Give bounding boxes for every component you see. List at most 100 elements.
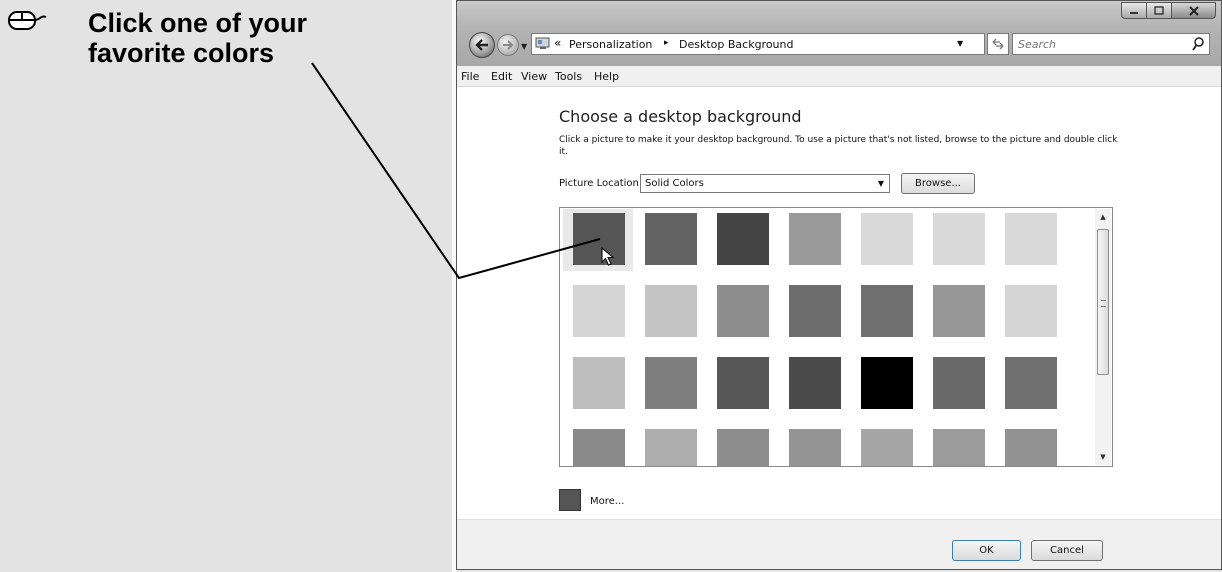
breadcrumb-desktop-background[interactable]: Desktop Background <box>679 38 794 51</box>
maximize-button[interactable] <box>1147 2 1172 19</box>
search-icon <box>1192 37 1204 51</box>
instruction-text: Click one of your favorite colors <box>88 8 418 68</box>
color-swatch[interactable] <box>563 353 633 415</box>
color-swatch[interactable] <box>563 209 633 271</box>
color-swatch-fill <box>645 213 697 265</box>
color-swatch-fill <box>717 285 769 337</box>
menu-edit[interactable]: Edit <box>491 70 512 83</box>
page-title: Choose a desktop background <box>559 107 802 126</box>
more-colors-swatch[interactable] <box>559 489 581 511</box>
color-swatch-fill <box>1005 285 1057 337</box>
breadcrumb-personalization[interactable]: Personalization <box>569 38 652 51</box>
title-bar: ▼ « Personalization ▸ Desktop Background… <box>457 1 1221 66</box>
back-button[interactable] <box>469 32 495 58</box>
color-swatch-fill <box>789 429 841 466</box>
color-swatch[interactable] <box>923 209 993 271</box>
color-swatch-fill <box>933 213 985 265</box>
color-swatch-fill <box>717 357 769 409</box>
color-swatch-fill <box>789 357 841 409</box>
color-swatch[interactable] <box>635 353 705 415</box>
address-dropdown-icon[interactable]: ▼ <box>957 39 963 48</box>
color-swatch[interactable] <box>995 281 1065 343</box>
cancel-button[interactable]: Cancel <box>1031 540 1103 561</box>
scroll-thumb[interactable] <box>1097 229 1109 375</box>
instruction-panel: Click one of your favorite colors <box>0 0 452 572</box>
picture-location-value: Solid Colors <box>645 178 704 189</box>
mouse-click-icon <box>8 11 47 30</box>
page-description: Click a picture to make it your desktop … <box>559 135 1118 157</box>
control-panel-icon <box>535 37 550 49</box>
color-swatch[interactable] <box>707 209 777 271</box>
refresh-button[interactable] <box>987 33 1009 55</box>
color-swatch[interactable] <box>779 209 849 271</box>
picture-location-label: Picture Location <box>559 178 639 189</box>
more-colors-link[interactable]: More... <box>590 496 624 507</box>
menu-help[interactable]: Help <box>594 70 619 83</box>
color-swatch[interactable] <box>923 281 993 343</box>
search-input[interactable] <box>1018 36 1178 52</box>
main-content: Choose a desktop background Click a pict… <box>457 87 1221 519</box>
desktop-background-window: ▼ « Personalization ▸ Desktop Background… <box>456 0 1222 570</box>
picture-location-select[interactable]: Solid Colors ▼ <box>640 174 890 193</box>
scroll-down-icon[interactable]: ▼ <box>1095 449 1111 465</box>
address-bar[interactable]: « Personalization ▸ Desktop Background ▼ <box>531 33 985 55</box>
color-swatch[interactable] <box>995 209 1065 271</box>
color-swatch[interactable] <box>635 209 705 271</box>
color-swatch-fill <box>645 357 697 409</box>
chevron-down-icon: ▼ <box>877 179 884 188</box>
color-swatch-fill <box>933 357 985 409</box>
instruction-line-2: favorite colors <box>88 38 275 68</box>
color-swatch[interactable] <box>995 353 1065 415</box>
menu-bar: File Edit View Tools Help <box>457 66 1221 87</box>
color-swatch[interactable] <box>635 281 705 343</box>
color-swatch[interactable] <box>707 425 777 466</box>
ok-button[interactable]: OK <box>952 540 1021 561</box>
vertical-scrollbar[interactable]: ▲ ▼ <box>1095 209 1111 465</box>
color-swatch[interactable] <box>779 425 849 466</box>
color-swatch[interactable] <box>995 425 1065 466</box>
color-swatch[interactable] <box>635 425 705 466</box>
window-controls <box>1121 2 1216 19</box>
search-box[interactable] <box>1012 33 1210 55</box>
color-swatch[interactable] <box>707 281 777 343</box>
recent-pages-dropdown[interactable]: ▼ <box>521 42 527 51</box>
close-icon <box>1188 5 1199 16</box>
forward-arrow-icon <box>503 40 514 50</box>
color-swatch[interactable] <box>851 425 921 466</box>
color-swatch-fill <box>861 357 913 409</box>
color-swatch[interactable] <box>923 425 993 466</box>
color-swatch-fill <box>933 285 985 337</box>
browse-button[interactable]: Browse... <box>901 173 975 194</box>
color-swatch[interactable] <box>563 281 633 343</box>
color-swatch-fill <box>573 429 625 466</box>
color-swatch[interactable] <box>707 353 777 415</box>
menu-file[interactable]: File <box>461 70 479 83</box>
scroll-up-icon[interactable]: ▲ <box>1095 209 1111 225</box>
color-swatch[interactable] <box>563 425 633 466</box>
color-swatch[interactable] <box>779 353 849 415</box>
mouse-pointer-icon <box>601 247 615 266</box>
address-overflow-chevron[interactable]: « <box>554 36 561 50</box>
forward-button[interactable] <box>497 34 519 56</box>
minimize-button[interactable] <box>1121 2 1147 19</box>
close-button[interactable] <box>1172 2 1216 19</box>
color-swatch[interactable] <box>851 281 921 343</box>
maximize-icon <box>1154 6 1164 15</box>
color-swatch[interactable] <box>851 209 921 271</box>
color-swatch[interactable] <box>923 353 993 415</box>
color-swatch-fill <box>573 285 625 337</box>
color-swatch-fill <box>717 429 769 466</box>
color-swatch[interactable] <box>779 281 849 343</box>
color-swatch-list: ▲ ▼ <box>559 207 1113 467</box>
breadcrumb-separator-icon[interactable]: ▸ <box>664 38 669 48</box>
color-swatch-fill <box>861 285 913 337</box>
refresh-icon <box>992 38 1004 50</box>
color-swatch[interactable] <box>851 353 921 415</box>
color-swatch-fill <box>1005 213 1057 265</box>
menu-view[interactable]: View <box>521 70 547 83</box>
menu-tools[interactable]: Tools <box>555 70 582 83</box>
back-arrow-icon <box>475 39 488 51</box>
minimize-icon <box>1130 11 1138 14</box>
dialog-footer: OK Cancel <box>457 519 1221 569</box>
color-swatch-fill <box>717 213 769 265</box>
